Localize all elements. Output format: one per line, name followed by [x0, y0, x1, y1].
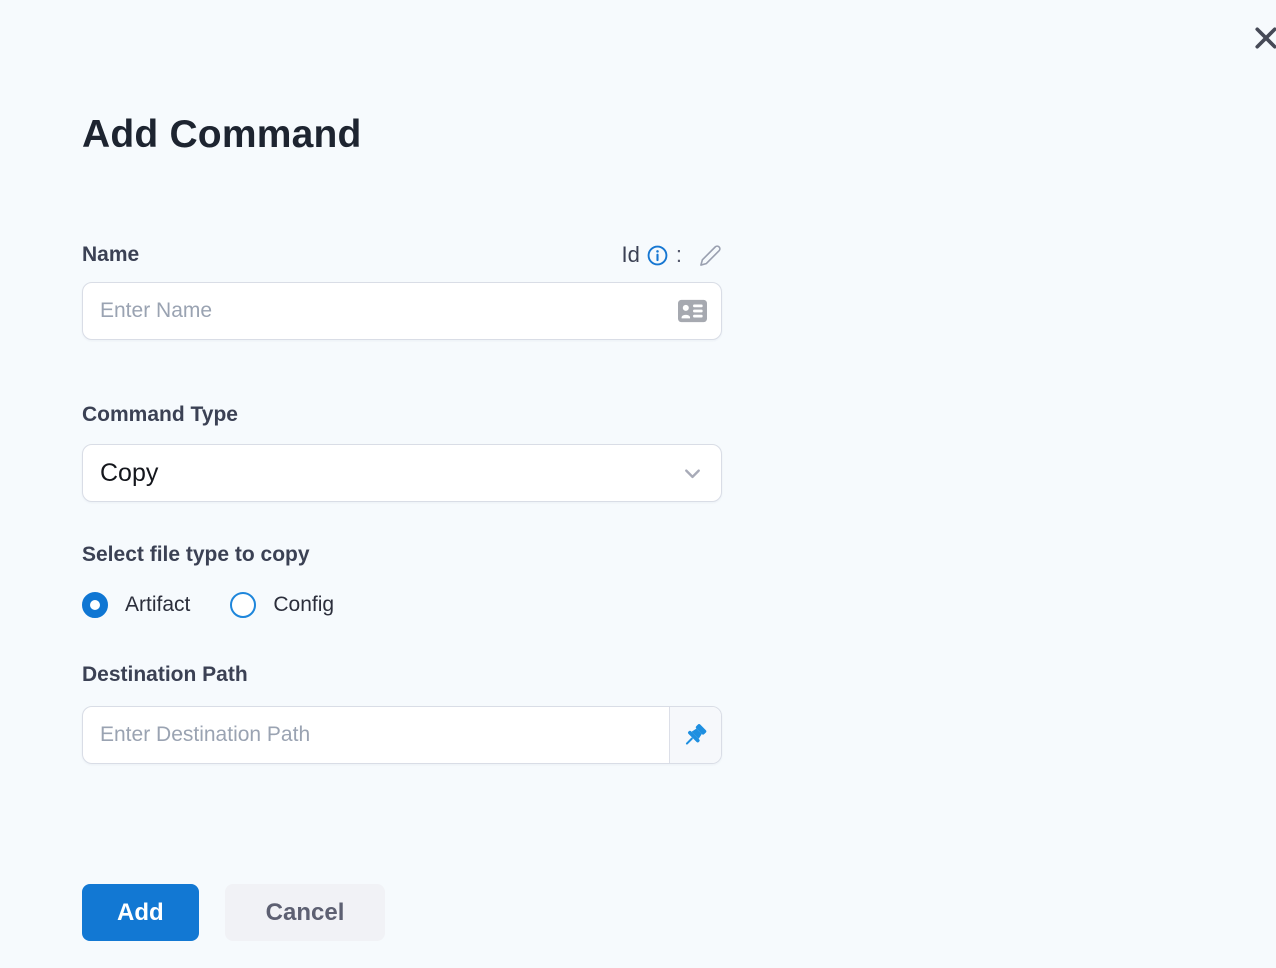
contact-card-icon — [678, 299, 707, 323]
file-type-radio-group: Artifact Config — [82, 592, 722, 618]
id-label: Id — [621, 242, 640, 267]
pin-button[interactable] — [669, 707, 721, 763]
radio-option-config[interactable]: Config — [230, 592, 334, 618]
id-colon: : — [675, 242, 682, 267]
pushpin-icon — [682, 722, 709, 749]
x-icon — [1251, 23, 1276, 53]
radio-label-config: Config — [273, 593, 335, 616]
page-title: Add Command — [82, 113, 362, 156]
name-field-header: Name Id : — [82, 242, 722, 268]
action-buttons: Add Cancel — [82, 884, 722, 941]
name-label: Name — [82, 243, 140, 266]
close-button[interactable] — [1249, 21, 1276, 55]
cancel-button[interactable]: Cancel — [224, 884, 386, 941]
add-command-modal: Add Command Name Id : Enter Name Command… — [82, 0, 722, 941]
file-type-label: Select file type to copy — [82, 543, 310, 566]
pencil-icon — [699, 244, 722, 267]
radio-option-artifact[interactable]: Artifact — [82, 592, 190, 618]
command-type-value: Copy — [100, 458, 159, 487]
command-type-select[interactable]: Copy — [82, 444, 722, 502]
radio-selected-icon[interactable] — [82, 592, 108, 618]
destination-path-input[interactable] — [83, 707, 669, 763]
edit-id-button[interactable] — [699, 244, 722, 267]
add-button[interactable]: Add — [82, 884, 199, 941]
command-type-label: Command Type — [82, 403, 238, 426]
radio-unselected-icon[interactable] — [230, 592, 257, 618]
radio-label-artifact: Artifact — [125, 593, 191, 616]
name-input[interactable] — [82, 282, 722, 340]
destination-path-group — [82, 706, 722, 764]
chevron-down-icon — [681, 462, 704, 485]
name-input-wrap — [82, 282, 722, 340]
destination-path-label: Destination Path — [82, 663, 248, 686]
id-group: Id : — [622, 242, 722, 268]
info-circle-icon[interactable] — [647, 245, 668, 266]
